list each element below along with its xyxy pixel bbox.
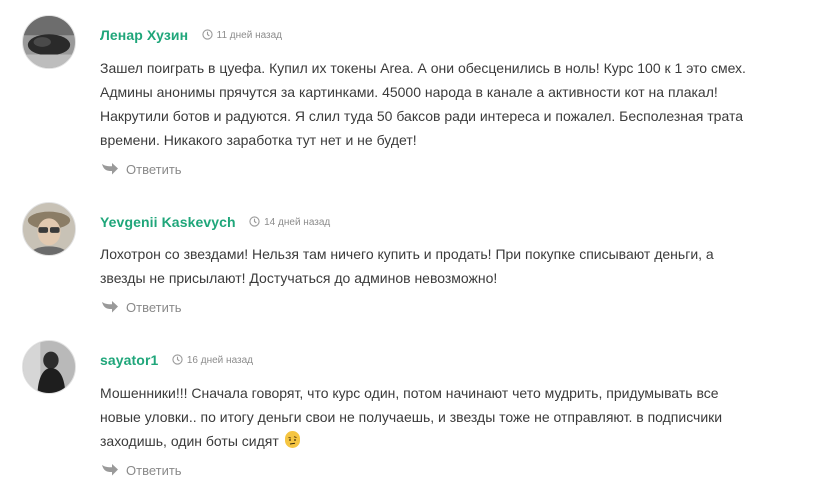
comment-line: Лохотрон со звездами! Нельзя там ничего … (100, 246, 714, 262)
comment-date: 11 дней назад (201, 29, 283, 41)
comment-date-text: 14 дней назад (264, 216, 331, 228)
comment-line: Накрутили ботов и радуются. Я слил туда … (100, 108, 743, 124)
comment-line: Мошенники!!! Сначала говорят, что курс о… (100, 385, 719, 401)
reply-arrow-icon (102, 464, 118, 476)
avatar[interactable] (22, 15, 76, 69)
comment-date: 16 дней назад (172, 354, 253, 366)
reply-label: Ответить (126, 161, 182, 177)
comment-date-text: 11 дней назад (216, 29, 283, 41)
comment-line-text: заходишь, один боты сидят (100, 433, 279, 449)
comment-date: 14 дней назад (249, 216, 330, 228)
comments-list: Ленар Хузин 11 дней назад Зашел поиграть… (0, 0, 828, 504)
reply-arrow-icon (102, 301, 118, 313)
author-name[interactable]: sayator1 (100, 352, 158, 368)
face-with-raised-eyebrow-emoji (284, 431, 300, 448)
reply-arrow-icon (102, 163, 118, 175)
comment-line: заходишь, один боты сидят (100, 429, 760, 453)
reply-label: Ответить (126, 299, 182, 315)
clock-icon (249, 216, 260, 227)
comment-text: Лохотрон со звездами! Нельзя там ничего … (100, 242, 760, 290)
author-name[interactable]: Ленар Хузин (100, 27, 188, 43)
reply-button[interactable]: Ответить (101, 460, 182, 480)
reply-button[interactable]: Ответить (101, 297, 182, 317)
clock-icon (201, 29, 213, 40)
comment-line: Зашел поиграть в цуефа. Купил их токены … (100, 60, 746, 76)
comment-date-text: 16 дней назад (186, 354, 253, 366)
comment-text: Мошенники!!! Сначала говорят, что курс о… (100, 381, 760, 453)
avatar[interactable] (22, 340, 76, 394)
comment-line: новые уловки.. по итогу деньги свои не п… (100, 409, 723, 425)
avatar-image (23, 203, 75, 255)
author-name[interactable]: Yevgenii Kaskevych (100, 214, 236, 230)
avatar-image (23, 341, 75, 393)
avatar-image (23, 16, 75, 68)
emoji-face-icon (284, 433, 300, 448)
comment-text: Зашел поиграть в цуефа. Купил их токены … (100, 56, 760, 152)
comment-line: времени. Никакого заработка тут нет и не… (100, 132, 417, 148)
reply-button[interactable]: Ответить (101, 159, 182, 179)
clock-icon (172, 354, 183, 365)
comment-line: звезды не присылают! Достучаться до адми… (100, 270, 498, 286)
comment-line: Админы анонимы прячутся за картинками. 4… (100, 84, 718, 100)
reply-label: Ответить (126, 462, 182, 478)
avatar[interactable] (22, 202, 76, 256)
